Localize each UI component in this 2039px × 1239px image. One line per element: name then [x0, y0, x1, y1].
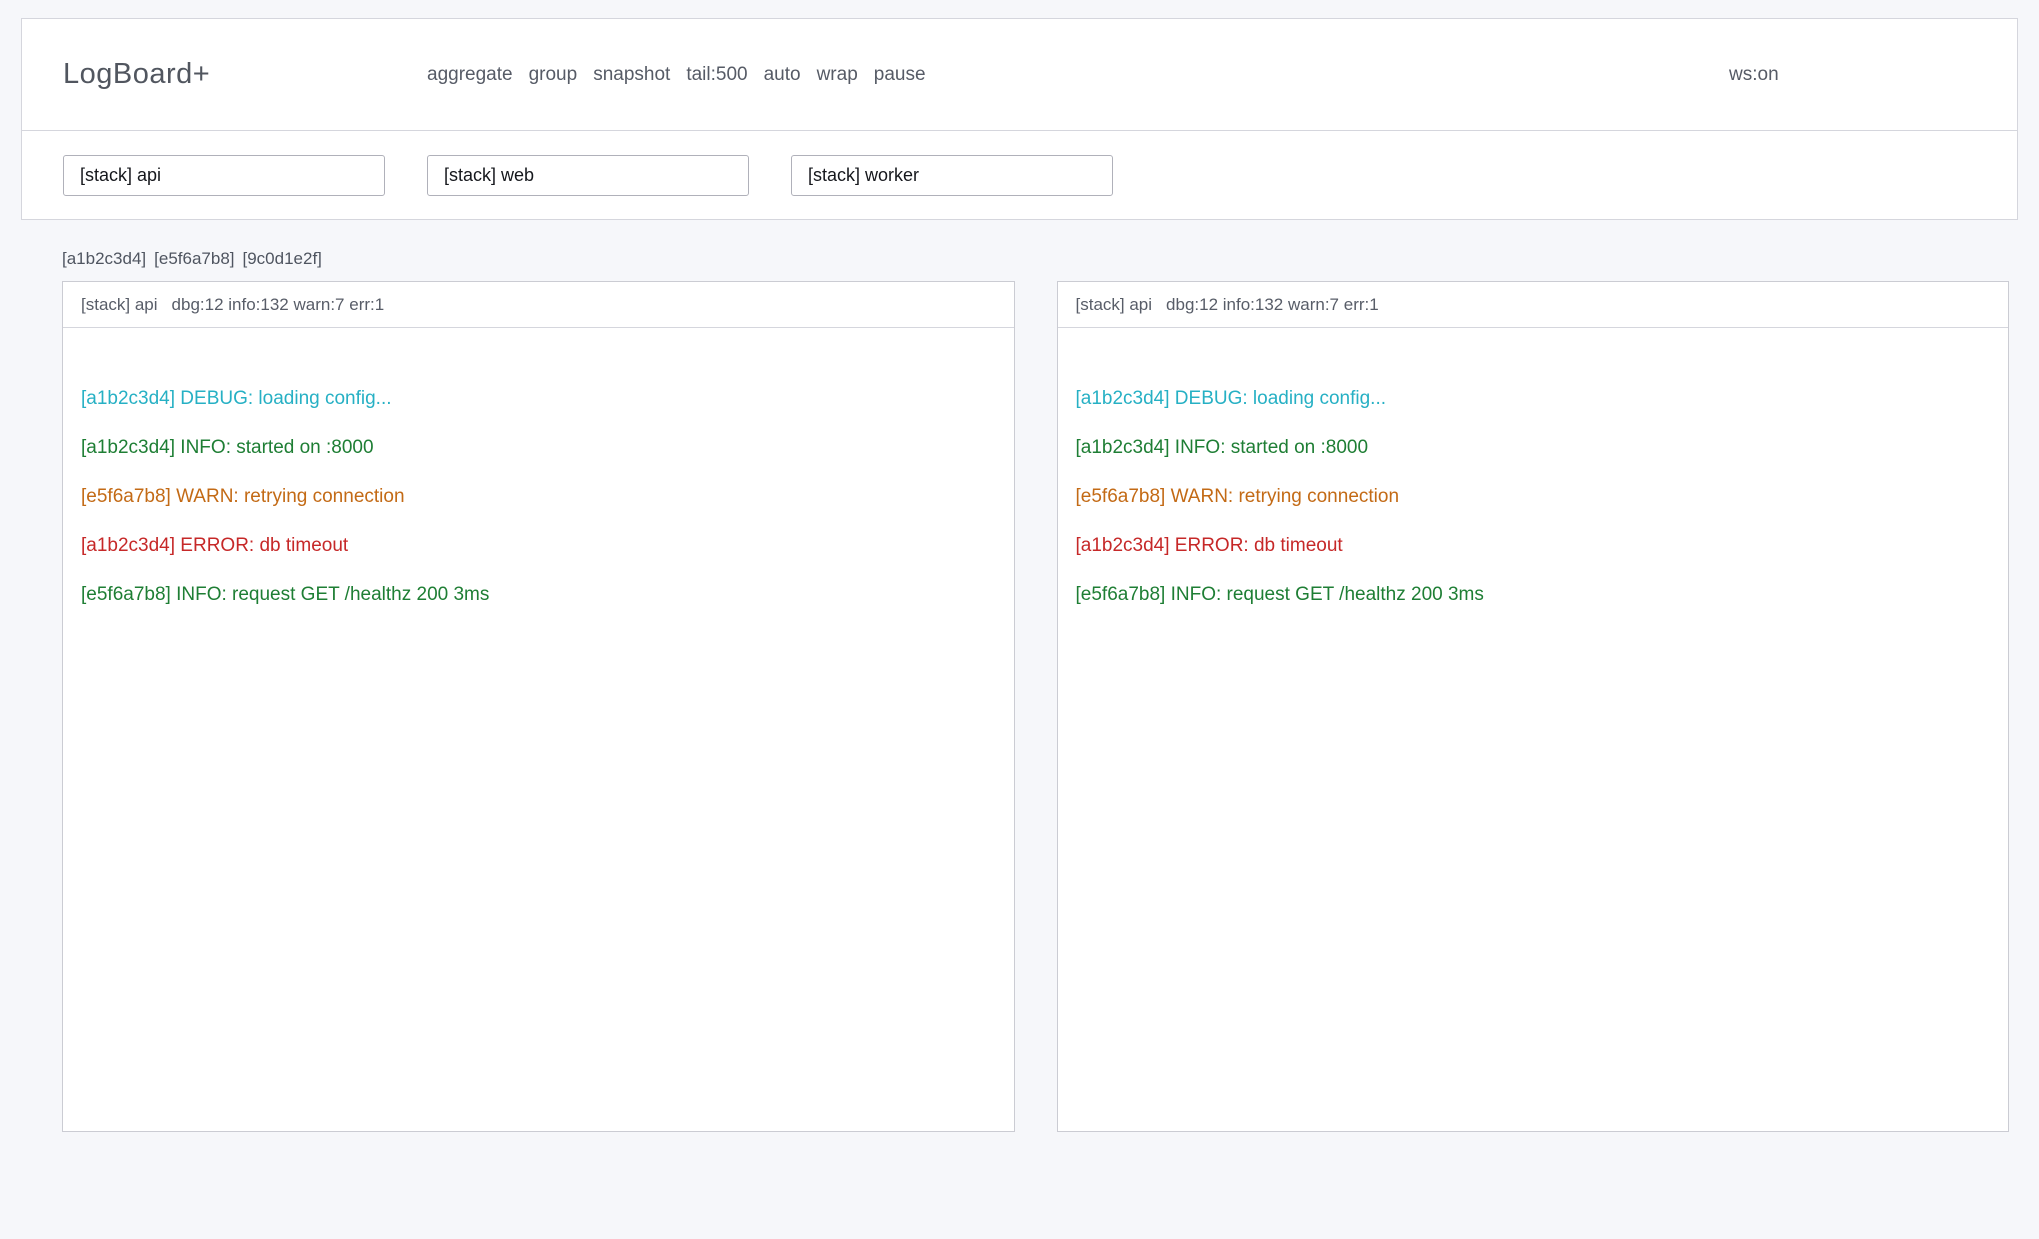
log-line[interactable]: [e5f6a7b8] WARN: retrying connection	[81, 472, 996, 521]
toolbar: aggregate group snapshot tail:500 auto w…	[427, 19, 926, 131]
toolbar-item-aggregate[interactable]: aggregate	[427, 64, 513, 86]
panel-level-counts: dbg:12 info:132 warn:7 err:1	[172, 295, 385, 315]
trace-chip[interactable]: [e5f6a7b8]	[154, 249, 234, 268]
top-container: LogBoard+ aggregate group snapshot tail:…	[21, 18, 2018, 220]
toolbar-item-auto[interactable]: auto	[764, 64, 801, 86]
log-panel-left: [stack] api dbg:12 info:132 warn:7 err:1…	[62, 281, 1015, 1132]
toolbar-item-snapshot[interactable]: snapshot	[593, 64, 670, 86]
log-line[interactable]: [a1b2c3d4] INFO: started on :8000	[1076, 423, 1991, 472]
log-panel-header: [stack] api dbg:12 info:132 warn:7 err:1	[63, 282, 1014, 328]
log-body: [a1b2c3d4] DEBUG: loading config... [a1b…	[63, 328, 1014, 1131]
stack-input-web[interactable]	[427, 155, 749, 196]
log-line[interactable]: [a1b2c3d4] ERROR: db timeout	[81, 521, 996, 570]
log-line[interactable]: [a1b2c3d4] ERROR: db timeout	[1076, 521, 1991, 570]
toolbar-item-group[interactable]: group	[529, 64, 578, 86]
toolbar-item-pause[interactable]: pause	[874, 64, 926, 86]
log-line[interactable]: [a1b2c3d4] DEBUG: loading config...	[1076, 374, 1991, 423]
trace-chip[interactable]: [9c0d1e2f]	[243, 249, 322, 268]
logboard-app: { "app": { "title": "LogBoard+", "ws_sta…	[0, 0, 2039, 1239]
panel-stack-label: [stack] api	[81, 295, 158, 315]
log-line[interactable]: [a1b2c3d4] DEBUG: loading config...	[81, 374, 996, 423]
stack-filter-bar	[22, 131, 2017, 219]
trace-id-list: [a1b2c3d4] [e5f6a7b8] [9c0d1e2f]	[62, 248, 322, 270]
log-line[interactable]: [e5f6a7b8] INFO: request GET /healthz 20…	[81, 570, 996, 619]
stack-input-api[interactable]	[63, 155, 385, 196]
log-panel-right: [stack] api dbg:12 info:132 warn:7 err:1…	[1057, 281, 2010, 1132]
trace-chip[interactable]: [a1b2c3d4]	[62, 249, 146, 268]
ws-status-toggle[interactable]: ws:on	[1729, 19, 1779, 131]
panel-level-counts: dbg:12 info:132 warn:7 err:1	[1166, 295, 1379, 315]
log-line[interactable]: [e5f6a7b8] WARN: retrying connection	[1076, 472, 1991, 521]
log-line[interactable]: [e5f6a7b8] INFO: request GET /healthz 20…	[1076, 570, 1991, 619]
stack-input-worker[interactable]	[791, 155, 1113, 196]
log-panels: [stack] api dbg:12 info:132 warn:7 err:1…	[62, 281, 2009, 1132]
panel-stack-label: [stack] api	[1076, 295, 1153, 315]
app-title: LogBoard+	[63, 58, 210, 91]
toolbar-item-tail[interactable]: tail:500	[686, 64, 747, 86]
log-body: [a1b2c3d4] DEBUG: loading config... [a1b…	[1058, 328, 2009, 1131]
app-header: LogBoard+ aggregate group snapshot tail:…	[22, 19, 2017, 131]
log-panel-header: [stack] api dbg:12 info:132 warn:7 err:1	[1058, 282, 2009, 328]
toolbar-item-wrap[interactable]: wrap	[817, 64, 858, 86]
log-line[interactable]: [a1b2c3d4] INFO: started on :8000	[81, 423, 996, 472]
